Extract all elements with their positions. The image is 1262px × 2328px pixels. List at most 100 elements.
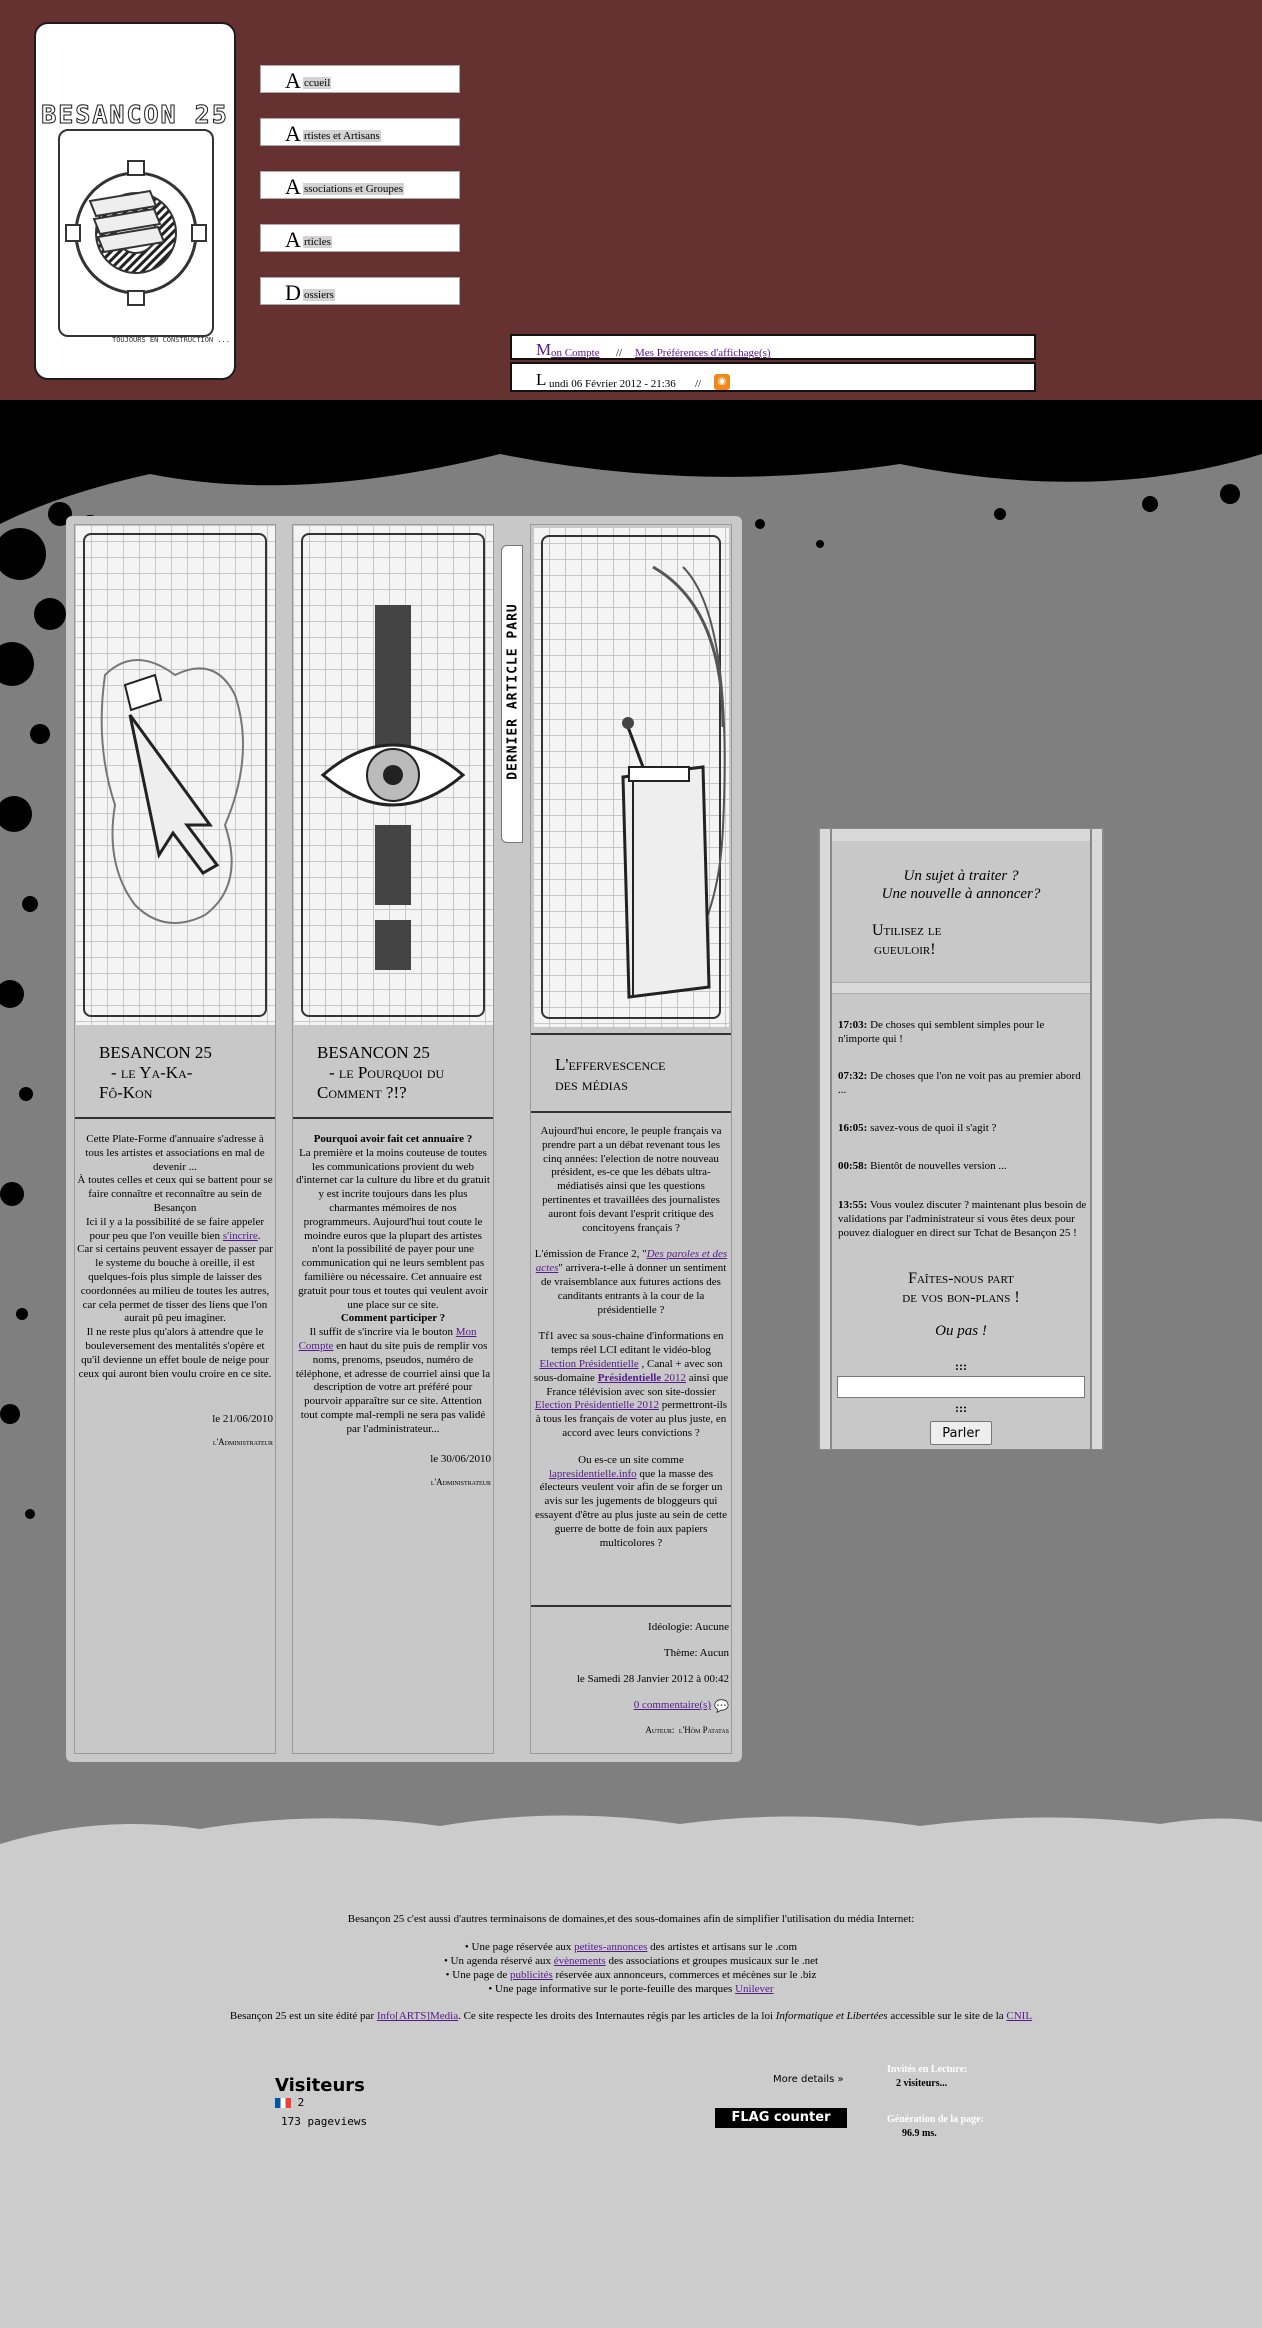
paragraph: Il ne reste plus qu'alors à attendre que…	[78, 1326, 272, 1380]
article-illustration	[293, 525, 493, 1025]
logo-frame	[58, 129, 214, 337]
pageviews: 173 pageviews	[281, 2115, 368, 2128]
nav-accueil[interactable]: Accueil	[260, 65, 460, 93]
chat-message: 17:03: De choses qui semblent simples po…	[838, 1019, 1088, 1047]
site-header: BESANCON 25 TOUJOURS EN CONSTRUCTION ...…	[0, 0, 1262, 400]
generation-value: 96.9 ms.	[902, 2128, 937, 2139]
cnil-link[interactable]: CNIL	[1006, 2010, 1032, 2022]
author-name: l'Hôm Patatas	[678, 1725, 729, 1735]
share-cta: Faîtes-nous part de vos bon-plans !	[832, 1269, 1090, 1307]
text: . Ce site respecte les droits des Intern…	[458, 2010, 776, 2022]
text: accessible sur le site de la	[887, 2010, 1007, 2022]
site-logo[interactable]: BESANCON 25 TOUJOURS EN CONSTRUCTION ...	[34, 22, 236, 380]
nav-articles[interactable]: Articles	[260, 224, 460, 252]
logo-tagline: TOUJOURS EN CONSTRUCTION ...	[111, 336, 230, 344]
generation-label: Génération de la page:	[887, 2114, 984, 2125]
divider	[531, 1111, 731, 1113]
speak-button[interactable]: Parler	[930, 1421, 992, 1445]
question-heading: Comment participer ?	[340, 1312, 446, 1325]
separator: //	[695, 378, 702, 390]
chat-text: De choses qui semblent simples pour le n…	[838, 1019, 1045, 1045]
chat-message: 07:32: De choses que l'on ne voit pas au…	[838, 1070, 1088, 1098]
annonces-link[interactable]: petites-annonces	[574, 1941, 647, 1953]
sidebar-cta: Utilisez le gueuloir!	[872, 921, 941, 959]
nav-initial: A	[285, 68, 301, 93]
article-date: le 30/06/2010	[430, 1453, 491, 1465]
article-author: Auteur: l'Hôm Patatas	[645, 1725, 729, 1735]
flag-fr-icon	[275, 2098, 291, 2108]
canal-link-year[interactable]: 2012	[661, 1372, 686, 1384]
nav-artistes[interactable]: Artistes et Artisans	[260, 118, 460, 146]
evenements-link[interactable]: évènements	[554, 1955, 606, 1967]
article-body: Pourquoi avoir fait cet annuaire ? La pr…	[295, 1133, 491, 1437]
list-item: Une page de publicités réservée aux anno…	[0, 1968, 1262, 1982]
date-initial: L	[536, 370, 547, 389]
nav-label: ossiers	[303, 289, 335, 301]
france-tv-link[interactable]: Election Présidentielle 2012	[535, 1399, 659, 1411]
paragraph: Ici il y a la possibilité de se faire ap…	[77, 1216, 273, 1244]
nav-initial: A	[285, 174, 301, 199]
text: Il suffit de s'incrire via le bouton	[309, 1326, 456, 1339]
unilever-link[interactable]: Unilever	[735, 1983, 773, 1995]
comments-count[interactable]: 0 commentaire(s)	[634, 1699, 711, 1711]
cta-line: de vos bon-plans !	[902, 1289, 1020, 1306]
podium-sketch-icon	[621, 565, 726, 999]
article-author: l'Administrateur	[212, 1437, 273, 1447]
title-line: Fô-Kon	[99, 1083, 153, 1102]
sidebar-edge	[819, 829, 831, 1449]
article-title: L'effervescence des médias	[555, 1055, 725, 1095]
visitor-widget[interactable]: Visiteurs 2 173 pageviews	[275, 2075, 455, 2128]
article-card-3: L'effervescence des médias Aujourd'hui e…	[530, 524, 732, 1754]
text: en haut du site puis de remplir vos noms…	[295, 1339, 491, 1435]
more-details-link[interactable]: More details »	[773, 2074, 844, 2085]
chat-time: 07:32:	[838, 1070, 868, 1082]
title-line: L'effervescence	[555, 1055, 666, 1074]
lapresidentielle-link[interactable]: lapresidentielle.info	[549, 1468, 637, 1480]
text: Besançon 25 est un site édité par	[229, 2010, 377, 2022]
chat-text: De choses que l'on ne voit pas au premie…	[838, 1070, 1081, 1096]
nav-associations[interactable]: Associations et Groupes	[260, 171, 460, 199]
infoartsmedia-link[interactable]: Info[ARTS]Media	[377, 2010, 458, 2022]
sidebar-top	[832, 829, 1090, 841]
text: L'émission de France 2, "	[534, 1248, 647, 1261]
chat-time: 13:55:	[838, 1199, 868, 1211]
title-line: des médias	[555, 1075, 628, 1094]
lci-link[interactable]: Election Présidentielle	[539, 1358, 638, 1370]
chat-message: 16:05: savez-vous de quoi il s'agit ?	[838, 1122, 1088, 1136]
latest-article-tab[interactable]: DERNIER ARTICLE PARU	[501, 545, 523, 843]
guests-value: 2 visiteurs...	[896, 2078, 948, 2089]
chat-time: 17:03:	[838, 1019, 868, 1031]
preferences-link[interactable]: Mes Préférences d'affichage(s)	[635, 347, 771, 359]
text: Tf1 avec sa sous-chaine d'informations e…	[538, 1330, 724, 1357]
list-item: Un agenda réservé aux évènements des ass…	[0, 1954, 1262, 1968]
text: " arrivera-t-elle à donner un sentiment …	[541, 1262, 727, 1316]
chat-time: 16:05:	[838, 1122, 868, 1134]
article-author: l'Administrateur	[430, 1477, 491, 1487]
text: Ou es-ce un site comme	[578, 1453, 684, 1466]
visitors-count-row: 2	[275, 2096, 455, 2109]
separator: :::	[955, 1401, 967, 1415]
comments-link[interactable]: 0 commentaire(s)	[634, 1699, 711, 1711]
comment-bubble-icon[interactable]: 💬	[714, 1699, 729, 1713]
question: Un sujet à traiter ?	[903, 868, 1019, 884]
signup-link[interactable]: s'incrire	[223, 1230, 258, 1242]
article-title: BESANCON 25 - le Pourquoi du Comment ?!?	[317, 1043, 487, 1103]
nav-initial: A	[285, 121, 301, 146]
gueuloir-panel: Un sujet à traiter ? Une nouvelle à anno…	[818, 828, 1104, 1450]
account-link[interactable]: on Compte	[551, 347, 600, 359]
current-date: undi 06 Février 2012 - 21:36	[549, 378, 676, 390]
divider	[531, 1033, 731, 1035]
canal-link[interactable]: Présidentielle	[598, 1372, 662, 1384]
rss-icon[interactable]: ◉	[714, 374, 730, 390]
sidebar-edge	[1091, 829, 1103, 1449]
publicites-link[interactable]: publicités	[510, 1969, 553, 1981]
text: des artistes et artisans sur le .com	[647, 1941, 798, 1953]
flag-counter-badge[interactable]: FLAG counter	[715, 2108, 847, 2128]
paragraph: Car si certains peuvent essayer de passe…	[77, 1243, 273, 1325]
logo-title: BESANCON 25	[41, 100, 229, 130]
chat-text: Vous voulez discuter ? maintenant plus b…	[838, 1199, 1087, 1239]
chat-input[interactable]	[837, 1376, 1085, 1398]
gear-logo-icon	[65, 160, 207, 306]
nav-dossiers[interactable]: Dossiers	[260, 277, 460, 305]
title-line: BESANCON 25	[317, 1043, 430, 1062]
